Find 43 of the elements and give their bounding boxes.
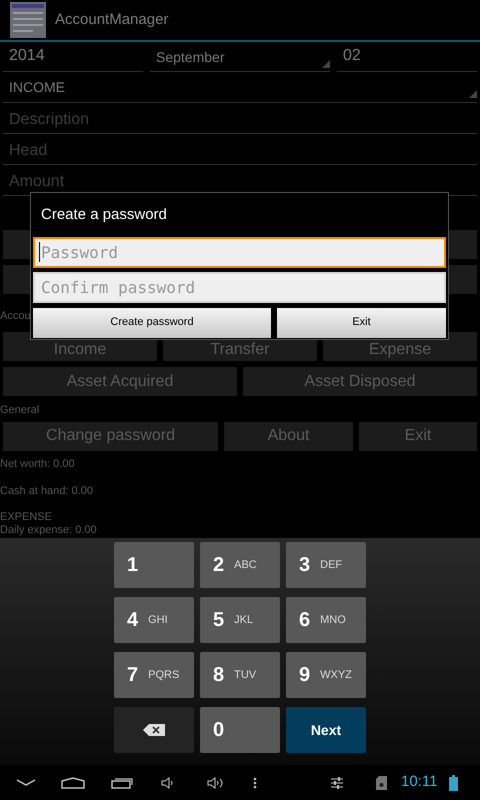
day-field[interactable]: 02 xyxy=(337,44,477,72)
clock: 10:11 xyxy=(401,772,438,792)
digit-key[interactable]: 6 MNO xyxy=(286,597,366,643)
password-field[interactable]: Confirm password xyxy=(33,272,446,302)
digit-key[interactable]: 4 GHI xyxy=(114,597,194,643)
dialog-title: Create a password xyxy=(41,205,168,225)
text-cursor xyxy=(39,242,40,262)
digit-key[interactable]: 3 DEF xyxy=(286,542,366,588)
battery-icon xyxy=(449,774,458,790)
password-field[interactable]: Password xyxy=(33,236,446,268)
back-icon[interactable] xyxy=(16,778,36,786)
recent-apps-icon[interactable] xyxy=(111,776,133,788)
text-field[interactable]: Description xyxy=(3,107,477,134)
expense-title: EXPENSE xyxy=(0,510,52,524)
exit-button[interactable]: Exit xyxy=(277,308,446,338)
app-icon xyxy=(10,2,46,38)
settings-sliders-icon[interactable] xyxy=(331,776,343,788)
digit-key[interactable]: 8 TUV xyxy=(200,652,280,698)
digit-key[interactable]: 0 xyxy=(200,707,280,753)
volume-down-icon[interactable] xyxy=(161,776,175,788)
delete-key[interactable] xyxy=(114,707,194,753)
menu-icon[interactable] xyxy=(253,776,257,788)
daily-expense-text: Daily expense: 0.00 xyxy=(0,524,97,538)
section-label: Accou xyxy=(0,308,31,324)
create-password-button[interactable]: Create password xyxy=(33,308,271,338)
summary-text: Net worth: 0.00 xyxy=(0,456,75,472)
type-spinner[interactable]: INCOME xyxy=(3,75,477,104)
digit-key[interactable]: 9 WXYZ xyxy=(286,652,366,698)
next-key[interactable]: Next xyxy=(286,707,366,753)
volume-up-icon[interactable] xyxy=(207,776,225,788)
summary-text: Cash at hand: 0.00 xyxy=(0,484,93,500)
text-field[interactable]: Head xyxy=(3,138,477,165)
sd-card-icon xyxy=(376,776,387,790)
app-title: AccountManager xyxy=(55,10,168,30)
digit-key[interactable]: 1 xyxy=(114,542,194,588)
backspace-icon xyxy=(143,724,165,736)
home-icon[interactable] xyxy=(61,776,85,788)
year-field[interactable]: 2014 xyxy=(3,44,143,72)
digit-key[interactable]: 2 ABC xyxy=(200,542,280,588)
digit-key[interactable]: 5 JKL xyxy=(200,597,280,643)
month-spinner[interactable]: September xyxy=(150,44,330,72)
digit-key[interactable]: 7 PQRS xyxy=(114,652,194,698)
section-label: General xyxy=(0,403,40,418)
